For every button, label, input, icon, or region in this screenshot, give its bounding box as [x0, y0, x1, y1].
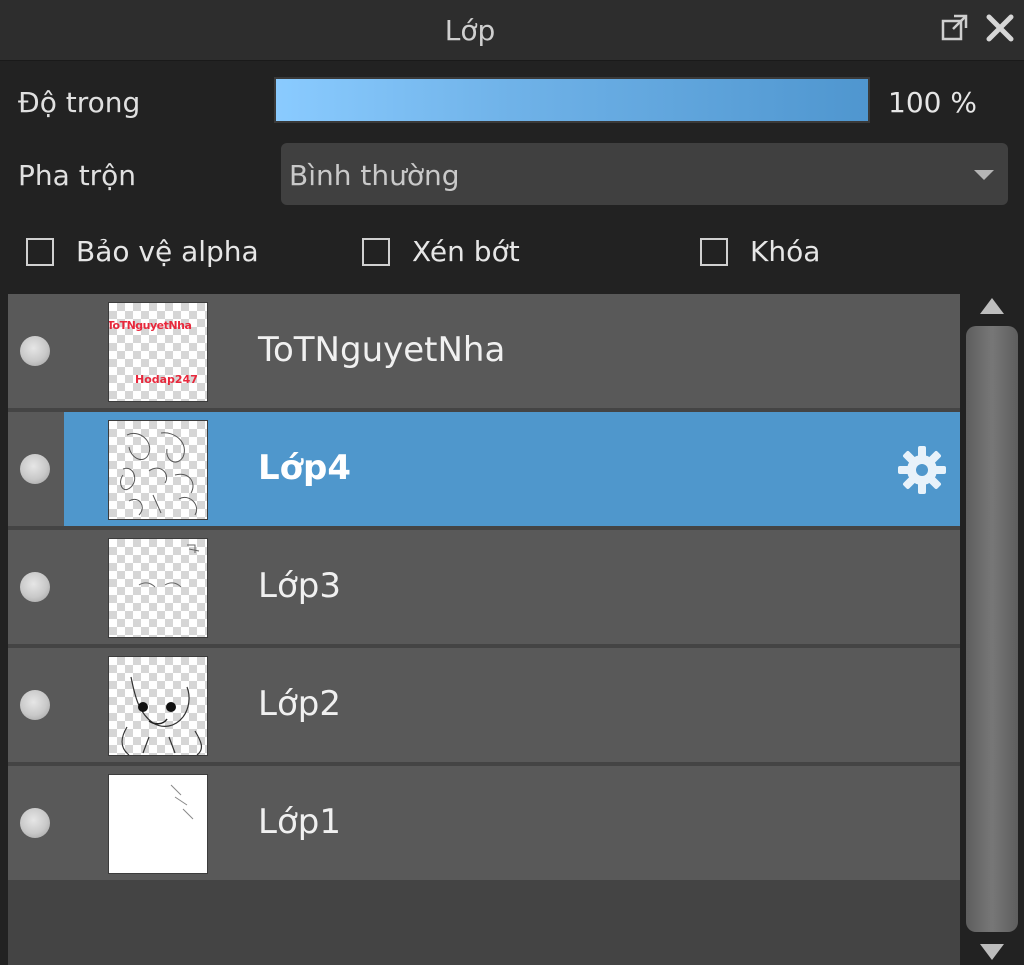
layer-list-scrollbar[interactable]: [960, 294, 1024, 965]
opacity-value: 100 %: [888, 86, 977, 119]
visibility-dot-icon[interactable]: [20, 336, 50, 366]
blend-label: Pha trộn: [18, 159, 137, 192]
scroll-up-arrow-icon[interactable]: [980, 298, 1004, 314]
checkbox-box: [26, 238, 54, 266]
visibility-dot-icon[interactable]: [20, 690, 50, 720]
layer-name: Lớp1: [258, 802, 341, 842]
visibility-dot-icon[interactable]: [20, 572, 50, 602]
layer-name: Lớp4: [258, 448, 352, 488]
visibility-dot-icon[interactable]: [20, 454, 50, 484]
visibility-dot-icon[interactable]: [20, 808, 50, 838]
layer-name: Lớp2: [258, 684, 341, 724]
layer-row[interactable]: Lớp1: [8, 766, 960, 880]
layer-row[interactable]: Lớp3: [8, 530, 960, 644]
layer-row[interactable]: ToTNguyetNha Hodap247 ToTNguyetNha: [8, 294, 960, 408]
close-icon[interactable]: [984, 12, 1016, 44]
layer-list: ToTNguyetNha Hodap247 ToTNguyetNha Lớp4 …: [8, 294, 960, 965]
thumbnail-text: Hodap247: [135, 373, 198, 386]
panel-titlebar: Lớp: [0, 0, 1024, 61]
chevron-down-icon: [974, 170, 994, 180]
layer-thumbnail: [108, 774, 208, 874]
protect-alpha-label: Bảo vệ alpha: [76, 235, 259, 268]
gear-icon[interactable]: [896, 444, 948, 496]
checkbox-box: [362, 238, 390, 266]
layer-row-selected[interactable]: Lớp4: [8, 412, 960, 526]
checkbox-box: [700, 238, 728, 266]
layer-name: ToTNguyetNha: [258, 330, 506, 370]
blend-mode-value: Bình thường: [289, 159, 460, 192]
layer-name: Lớp3: [258, 566, 341, 606]
thumbnail-text: ToTNguyetNha: [108, 319, 192, 332]
blend-mode-dropdown[interactable]: Bình thường: [281, 143, 1008, 205]
panel-title: Lớp: [444, 14, 496, 47]
opacity-slider[interactable]: [274, 77, 870, 123]
popout-icon[interactable]: [938, 12, 970, 44]
clipping-label: Xén bớt: [412, 235, 520, 268]
layer-thumbnail: ToTNguyetNha Hodap247: [108, 302, 208, 402]
scroll-down-arrow-icon[interactable]: [980, 944, 1004, 960]
lock-label: Khóa: [750, 235, 821, 268]
scrollbar-thumb[interactable]: [966, 326, 1018, 932]
layer-thumbnail: [108, 538, 208, 638]
layer-row[interactable]: Lớp2: [8, 648, 960, 762]
layer-thumbnail: [108, 656, 208, 756]
layer-thumbnail: [108, 420, 208, 520]
opacity-label: Độ trong: [18, 86, 141, 119]
